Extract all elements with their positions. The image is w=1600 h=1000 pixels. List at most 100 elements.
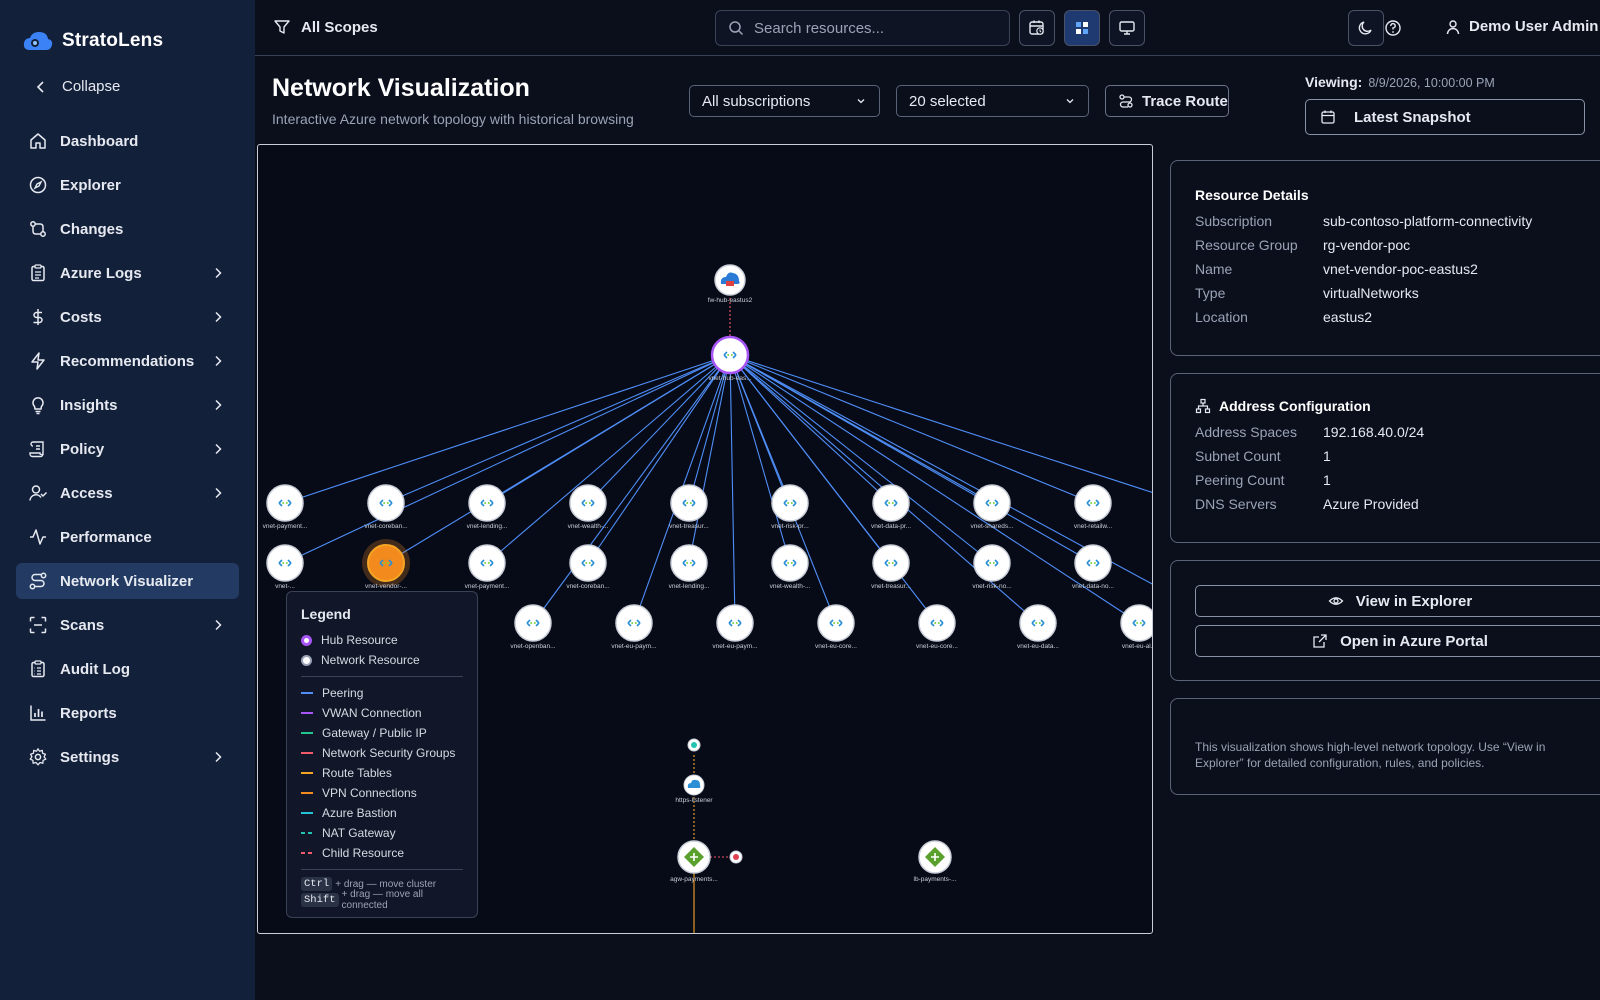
legend-edge-label: Azure Bastion [322, 806, 397, 820]
vnet-node[interactable]: vnet-... [266, 544, 304, 590]
legend-edge-item: VWAN Connection [301, 703, 463, 723]
legend-edge-item: Peering [301, 683, 463, 703]
vnet-node[interactable]: vnet-lending... [467, 484, 508, 530]
vnet-icon-dot [588, 502, 591, 504]
moon-icon [1358, 21, 1372, 35]
vnet-node[interactable]: vnet-data-no... [1072, 544, 1114, 590]
snapshot-picker-button[interactable]: Latest Snapshot [1305, 99, 1585, 135]
vnet-node[interactable]: vnet-eu-al... [1120, 604, 1153, 650]
scope-filter-button[interactable]: All Scopes [273, 18, 378, 36]
sidebar-item-changes[interactable]: Changes [16, 211, 239, 247]
node-circle [569, 484, 607, 522]
node-label: lb-payments-... [914, 876, 957, 883]
sidebar-item-audit-log[interactable]: Audit Log [16, 651, 239, 687]
node-label: vnet-... [275, 583, 295, 590]
vnet-node[interactable]: vnet-wealth-... [770, 544, 811, 590]
sidebar-item-dashboard[interactable]: Dashboard [16, 123, 239, 159]
search-box[interactable] [715, 10, 1010, 46]
sidebar-item-scans[interactable]: Scans [16, 607, 239, 643]
monitor-button[interactable] [1109, 10, 1145, 46]
sidebar-item-label: Settings [60, 748, 120, 766]
vnet-node[interactable]: vnet-wealth-... [568, 484, 609, 530]
node-circle [266, 484, 304, 522]
user-menu[interactable]: Demo User Admin [1445, 18, 1598, 35]
calendar-clock-icon [1029, 20, 1044, 35]
vnet-icon-dot [833, 622, 836, 624]
selected-vnet-node[interactable]: vnet-vendor-... [362, 539, 410, 590]
vnet-icon-dot [836, 622, 839, 624]
vnet-icon-dot [1035, 622, 1038, 624]
sidebar-item-reports[interactable]: Reports [16, 695, 239, 731]
firewall-node[interactable]: fw-hub-eastus2 [708, 264, 753, 304]
node-label: vnet-hub-eas... [708, 375, 752, 382]
vnet-node[interactable]: vnet-payment... [465, 544, 510, 590]
app-gateway-node[interactable]: agw-payments... [670, 840, 718, 883]
open-azure-portal-button[interactable]: Open in Azure Portal [1195, 625, 1600, 657]
details-row: Subscription sub-contoso-platform-connect… [1195, 209, 1585, 233]
frontend-ip-node[interactable] [687, 738, 701, 752]
vnet-node[interactable]: vnet-eu-paym... [611, 604, 657, 650]
address-value: 1 [1323, 448, 1331, 464]
history-calendar-button[interactable] [1019, 10, 1055, 46]
resource-select-value: 20 selected [909, 92, 986, 110]
vnet-icon-dot [732, 622, 735, 624]
vnet-node[interactable]: vnet-risk-pr... [771, 484, 809, 530]
node-circle [514, 604, 552, 642]
vnet-node[interactable]: vnet-eu-core... [916, 604, 958, 650]
user-icon [1446, 19, 1460, 34]
vnet-node[interactable]: vnet-retailw... [1074, 484, 1112, 530]
chevron-right-icon [215, 267, 222, 279]
trace-route-button[interactable]: Trace Route [1105, 85, 1229, 117]
vnet-icon-dot [989, 562, 992, 564]
vnet-node[interactable]: vnet-eu-core... [815, 604, 857, 650]
sidebar-item-settings[interactable]: Settings [16, 739, 239, 775]
vnet-node[interactable]: vnet-eu-paym... [712, 604, 758, 650]
dashboard-grid-button[interactable] [1064, 10, 1100, 46]
search-icon [729, 21, 744, 36]
sidebar-item-costs[interactable]: Costs [16, 299, 239, 335]
sidebar-item-recommendations[interactable]: Recommendations [16, 343, 239, 379]
search-input[interactable] [754, 19, 994, 37]
sidebar-item-performance[interactable]: Performance [16, 519, 239, 555]
topology-canvas[interactable]: fw-hub-eastus2 vnet-hub-eas... vnet-paymen… [257, 144, 1153, 934]
vnet-node[interactable]: vnet-treasur... [669, 484, 709, 530]
vnet-node[interactable]: vnet-lending... [669, 544, 710, 590]
sidebar-item-azure-logs[interactable]: Azure Logs [16, 255, 239, 291]
hub-vnet-node[interactable]: vnet-hub-eas... [708, 335, 752, 382]
vnet-node[interactable]: vnet-coreban... [566, 544, 610, 590]
sidebar-item-policy[interactable]: Policy [16, 431, 239, 467]
https-listener-node[interactable]: https-listener [675, 774, 713, 804]
node-circle [1019, 604, 1057, 642]
theme-toggle-button[interactable] [1348, 10, 1384, 46]
resource-details-panel: Resource Details Subscription sub-contoso… [1170, 160, 1600, 356]
nsg-node[interactable] [729, 850, 743, 864]
brand[interactable]: StratoLens [22, 30, 163, 52]
resource-select[interactable]: 20 selected [896, 85, 1089, 117]
node-label: vnet-eu-paym... [712, 643, 757, 650]
peering-edge [688, 354, 731, 564]
node-label: vnet-lending... [669, 583, 710, 590]
node-circle [973, 544, 1011, 582]
node-circle [710, 335, 750, 375]
vnet-node[interactable]: vnet-eu-data... [1017, 604, 1059, 650]
collapse-button[interactable]: Collapse [34, 78, 120, 95]
vnet-node[interactable]: vnet-payment... [263, 484, 308, 530]
vnet-icon-dot [631, 622, 634, 624]
sidebar-item-insights[interactable]: Insights [16, 387, 239, 423]
view-in-explorer-button[interactable]: View in Explorer [1195, 585, 1600, 617]
load-balancer-node[interactable]: lb-payments-... [914, 840, 957, 883]
vnet-node[interactable]: vnet-data-pr... [871, 484, 911, 530]
vnet-node[interactable]: vnet-coreban... [364, 484, 408, 530]
address-key: Peering Count [1195, 472, 1285, 488]
vnet-node[interactable]: vnet-treasur... [871, 544, 911, 590]
sidebar-item-network-visualizer[interactable]: Network Visualizer [16, 563, 239, 599]
sidebar-item-explorer[interactable]: Explorer [16, 167, 239, 203]
vnet-node[interactable]: vnet-shareds... [971, 484, 1014, 530]
subscription-select[interactable]: All subscriptions [689, 85, 880, 117]
help-icon[interactable] [1383, 18, 1403, 38]
sidebar-item-access[interactable]: Access [16, 475, 239, 511]
vnet-node[interactable]: vnet-openban... [510, 604, 556, 650]
resource-details-title: Resource Details [1195, 187, 1585, 203]
vnet-node[interactable]: vnet-risk-no... [972, 544, 1012, 590]
details-row: Type virtualNetworks [1195, 281, 1585, 305]
